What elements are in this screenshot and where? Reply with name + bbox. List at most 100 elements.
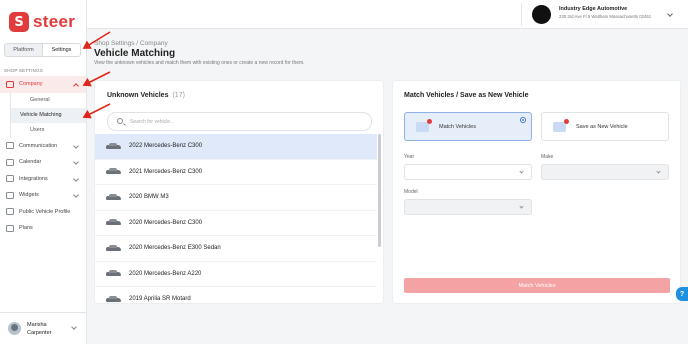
car-icon (106, 168, 121, 175)
car-icon (106, 270, 121, 277)
vehicle-name: 2021 Mercedes-Benz C300 (129, 168, 203, 175)
user-last-name: Carpenter (27, 329, 52, 336)
car-icon (106, 244, 121, 252)
make-label: Make (541, 154, 554, 160)
vehicle-name: 2019 Aprilia SR Motard (129, 296, 191, 303)
company-icon (6, 80, 14, 88)
sidebar-item-label: Communication (19, 142, 58, 149)
steer-logo-icon: S (9, 12, 29, 32)
make-select[interactable] (541, 164, 669, 180)
sidebar-item-label: Public Vehicle Profile (19, 208, 71, 215)
shop-settings-label: SHOP SETTINGS (4, 68, 44, 73)
match-vehicles-button[interactable]: Match Vehicles (404, 278, 670, 293)
chevron-down-icon (73, 159, 79, 165)
platform-tab[interactable]: Platform (5, 44, 42, 56)
chat-icon (6, 142, 14, 150)
divider (521, 3, 522, 26)
vehicle-name: 2020 Mercedes-Benz C300 (129, 219, 203, 226)
sidebar-item-communication[interactable]: Communication (0, 138, 86, 155)
calendar-icon (6, 158, 14, 166)
chevron-down-icon (519, 204, 524, 209)
avatar (8, 322, 21, 335)
brand-name: steer (33, 12, 76, 31)
car-icon (106, 295, 121, 303)
vehicle-row[interactable]: 2019 Aprilia SR Motard (95, 287, 377, 303)
car-icon (106, 142, 121, 150)
sidebar-nav: Company General Vehicle Matching Users C… (0, 76, 86, 237)
shop-logo (532, 5, 551, 24)
vehicle-name: 2020 Mercedes-Benz E300 Sedan (129, 245, 221, 252)
sidebar-item-label: Plans (19, 225, 33, 232)
sidebar-item-label: Company (19, 81, 43, 88)
sidebar-item-label: Integrations (19, 175, 48, 182)
user-menu[interactable]: Marisha Carpenter (0, 312, 86, 344)
shop-name[interactable]: Industry Edge Automotive (559, 6, 627, 12)
sidebar-item-widgets[interactable]: Widgets (0, 187, 86, 204)
vehicle-name: 2020 BMW M3 (129, 194, 169, 201)
settings-tab[interactable]: Settings (42, 44, 80, 56)
model-label: Model (404, 189, 418, 195)
chevron-down-icon (73, 175, 79, 182)
car-icon (106, 193, 121, 201)
match-vehicles-option[interactable]: Match Vehicles (404, 112, 532, 141)
sidebar-item-company[interactable]: Company (0, 76, 86, 93)
user-first-name: Marisha (27, 321, 47, 328)
vehicle-row[interactable]: 2022 Mercedes-Benz C300 (95, 134, 377, 160)
vehicle-search-input[interactable] (130, 116, 360, 128)
unknown-vehicles-title: Unknown Vehicles (17) (107, 92, 185, 99)
save-as-new-vehicle-option-label: Save as New Vehicle (576, 124, 628, 130)
sidebar-item-public-vehicle-profile[interactable]: Public Vehicle Profile (0, 204, 86, 221)
unknown-vehicles-label: Unknown Vehicles (107, 92, 169, 99)
shop-address: 230 3rd Ave Fl 5 Waltham Massachusetts 0… (559, 14, 652, 19)
vehicle-row[interactable]: 2020 Mercedes-Benz C300 (95, 211, 377, 236)
match-vehicles-title: Match Vehicles / Save as New Vehicle (404, 92, 529, 99)
widgets-icon (6, 191, 14, 199)
sidebar-subitem-users[interactable]: Users (10, 122, 86, 138)
chevron-down-icon (519, 169, 524, 174)
chevron-down-icon (73, 142, 79, 149)
chevron-up-icon (73, 83, 79, 89)
integrations-icon (6, 175, 14, 183)
match-vehicles-option-label: Match Vehicles (439, 124, 476, 130)
year-label: Year (404, 154, 415, 160)
vehicle-name: 2020 Mercedes-Benz A220 (129, 270, 202, 277)
user-name: Marisha Carpenter (27, 321, 51, 337)
vehicle-row[interactable]: 2021 Mercedes-Benz C300 (95, 160, 377, 185)
car-icon (106, 219, 121, 226)
platform-settings-toggle: Platform Settings (4, 43, 81, 57)
sidebar-subitem-general[interactable]: General (10, 92, 86, 108)
vehicle-row[interactable]: 2020 BMW M3 (95, 185, 377, 211)
match-vehicle-icon (416, 119, 432, 132)
sidebar-item-plans[interactable]: Plans (0, 220, 86, 237)
steer-logo[interactable]: S steer (9, 12, 75, 32)
unknown-vehicles-count: (17) (172, 92, 185, 99)
vehicle-row[interactable]: 2020 Mercedes-Benz E300 Sedan (95, 236, 377, 262)
model-select[interactable] (404, 199, 532, 215)
sidebar: S steer Platform Settings SHOP SETTINGS … (0, 0, 87, 344)
chevron-down-icon (71, 324, 77, 330)
sidebar-item-integrations[interactable]: Integrations (0, 171, 86, 188)
car-icon (6, 208, 14, 216)
unknown-vehicles-card: Unknown Vehicles(17) 2022 Mercedes-Benz … (94, 80, 384, 304)
vehicle-row[interactable]: 2020 Mercedes-Benz A220 (95, 262, 377, 287)
chevron-down-icon (656, 169, 661, 174)
sidebar-subitem-vehicle-matching[interactable]: Vehicle Matching (10, 107, 86, 123)
sidebar-item-calendar[interactable]: Calendar (0, 154, 86, 171)
plans-icon (6, 224, 14, 232)
top-bar: Industry Edge Automotive 230 3rd Ave Fl … (87, 0, 688, 29)
sidebar-item-label: Widgets (19, 192, 39, 199)
year-select[interactable] (404, 164, 532, 180)
vehicle-list: 2022 Mercedes-Benz C300 2021 Mercedes-Be… (95, 134, 377, 303)
match-vehicles-card: Match Vehicles / Save as New Vehicle Mat… (392, 80, 681, 304)
page-title: Vehicle Matching (94, 48, 176, 59)
shop-switcher-chevron-icon[interactable] (667, 11, 673, 17)
vehicle-search (107, 112, 372, 131)
radio-selected-icon (520, 117, 526, 123)
sidebar-item-label: Calendar (19, 159, 42, 166)
new-vehicle-icon (553, 119, 569, 132)
help-button[interactable]: ? (676, 287, 688, 301)
search-icon (117, 118, 123, 124)
chevron-down-icon (73, 192, 79, 198)
vehicle-list-scrollbar[interactable] (378, 134, 381, 247)
save-as-new-vehicle-option[interactable]: Save as New Vehicle (541, 112, 669, 141)
